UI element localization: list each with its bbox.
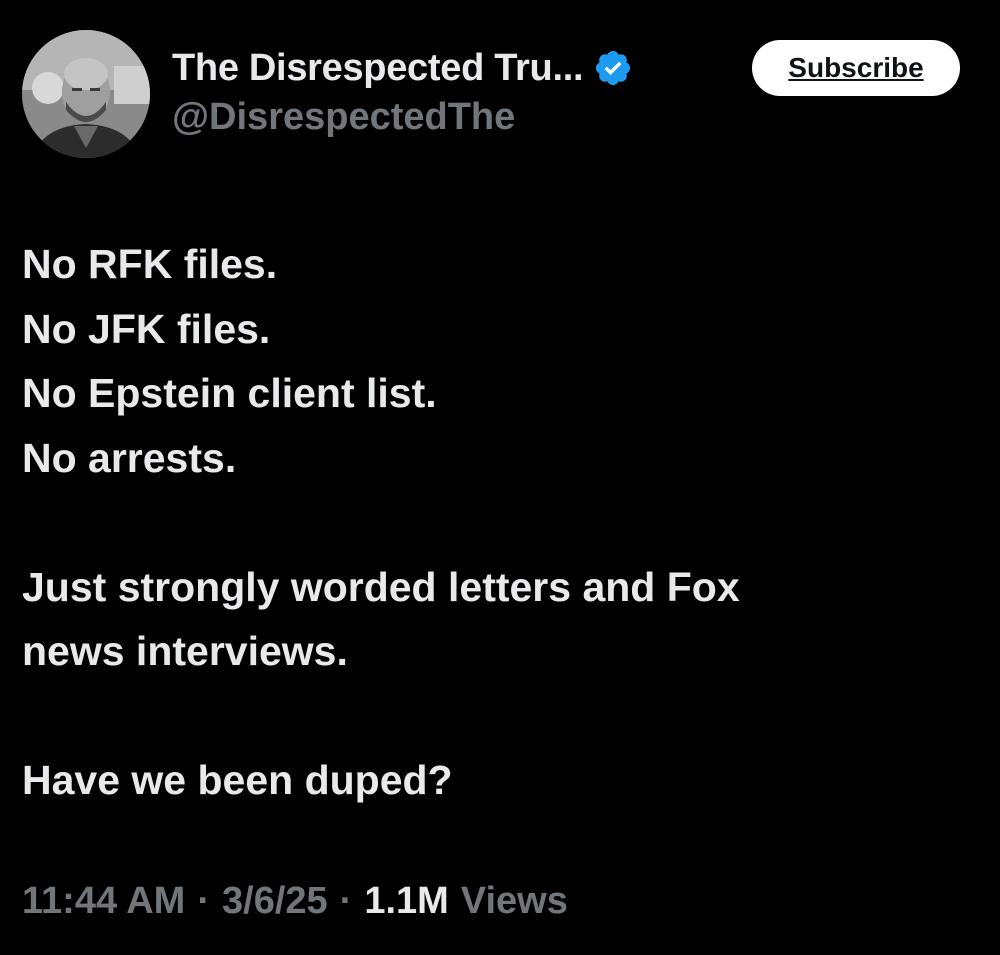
author-handle[interactable]: @DisrespectedThe [172, 96, 515, 139]
tweet-line: Just strongly worded letters and Fox [22, 563, 740, 610]
display-name-row: The Disrespected Tru... [172, 42, 633, 94]
tweet-card: The Disrespected Tru... @DisrespectedThe… [0, 0, 1000, 955]
views-count: 1.1M [364, 880, 449, 922]
tweet-time[interactable]: 11:44 AM [22, 880, 185, 923]
tweet-line: No Epstein client list. [22, 370, 437, 416]
tweet-text: No RFK files. No JFK files. No Epstein c… [22, 232, 972, 813]
tweet-line: No JFK files. [22, 305, 271, 352]
meta-separator: · [197, 880, 210, 922]
tweet-line-break [22, 684, 972, 749]
avatar[interactable] [22, 30, 150, 158]
tweet-line-break [22, 490, 972, 555]
tweet-line: No RFK files. [22, 241, 278, 287]
tweet-date[interactable]: 3/6/25 [222, 880, 328, 923]
display-name[interactable]: The Disrespected Tru... [172, 47, 584, 90]
meta-separator: · [339, 880, 353, 922]
avatar-image [22, 30, 150, 158]
subscribe-button[interactable]: Subscribe [752, 40, 960, 96]
verified-badge-icon [593, 48, 633, 88]
tweet-meta: 11:44 AM · 3/6/25 · 1.1M Views [22, 880, 568, 923]
tweet-line: Have we been duped? [22, 757, 453, 803]
tweet-line: No arrests. [22, 434, 237, 481]
tweet-line: news interviews. [22, 628, 348, 674]
views-label: Views [460, 880, 568, 922]
